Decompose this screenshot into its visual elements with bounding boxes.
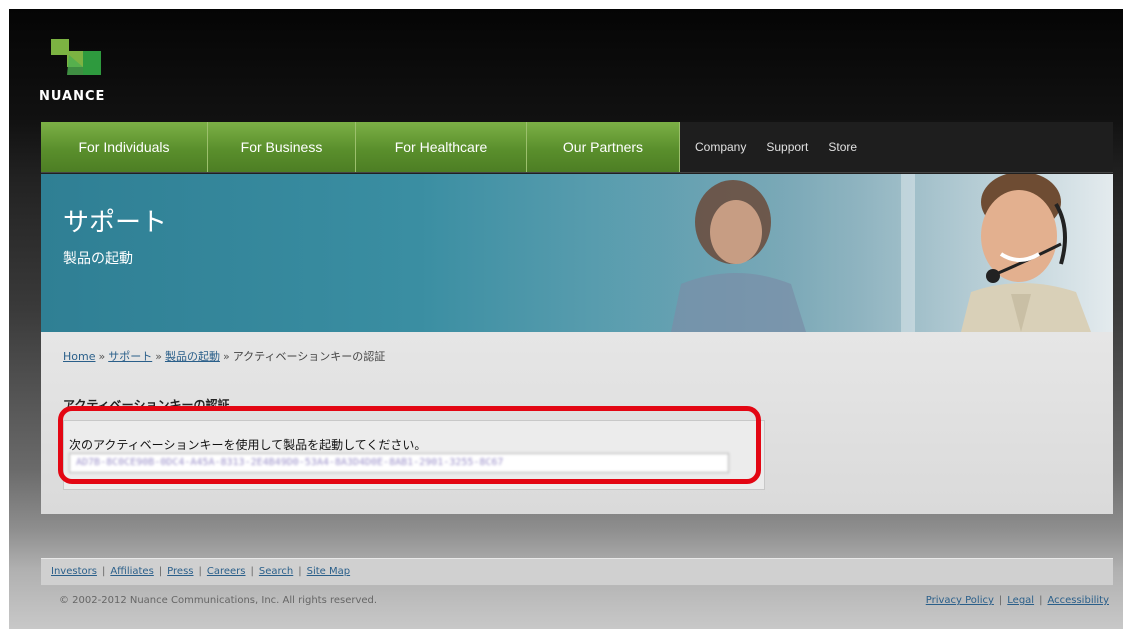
footer-link-search[interactable]: Search xyxy=(259,566,293,577)
hero-subtitle: 製品の起動 xyxy=(63,251,133,267)
breadcrumb: Home» サポート» 製品の起動» アクティベーションキーの認証 xyxy=(63,348,385,364)
brand-name: NUANCE xyxy=(39,89,106,104)
footer-link-bar: Investors | Affiliates | Press | Careers | Searc… xyxy=(41,558,1113,586)
highlight-annotation xyxy=(58,406,761,484)
footer-links: Investors | Affiliates | Press | Careers | Searc… xyxy=(51,566,350,577)
breadcrumb-home[interactable]: Home xyxy=(63,350,95,363)
footer-link-site-map[interactable]: Site Map xyxy=(307,566,350,577)
footer-link-investors[interactable]: Investors xyxy=(51,566,97,577)
footer-link-accessibility[interactable]: Accessibility xyxy=(1047,595,1109,606)
footer-separator: | xyxy=(298,566,302,577)
tab-for-individuals[interactable]: For Individuals xyxy=(41,122,208,172)
breadcrumb-separator: » xyxy=(155,350,162,363)
breadcrumb-separator: » xyxy=(222,350,230,363)
nuance-logo[interactable]: NUANCE xyxy=(39,31,149,111)
footer-link-legal[interactable]: Legal xyxy=(1007,595,1034,606)
footer-link-privacy-policy[interactable]: Privacy Policy xyxy=(926,595,994,606)
footer-separator: | xyxy=(998,595,1003,606)
tab-our-partners[interactable]: Our Partners xyxy=(527,122,680,172)
tab-for-business[interactable]: For Business xyxy=(208,122,356,172)
primary-nav: For Individuals For Business For Healthc… xyxy=(41,122,680,172)
hero-title: サポート xyxy=(63,208,168,238)
breadcrumb-separator: » xyxy=(98,350,106,363)
breadcrumb-activation[interactable]: 製品の起動 xyxy=(165,350,220,363)
breadcrumb-current: アクティベーションキーの認証 xyxy=(232,350,386,363)
footer-separator: | xyxy=(158,566,163,577)
nav-link-company[interactable]: Company xyxy=(695,140,746,154)
footer-link-affiliates[interactable]: Affiliates xyxy=(110,566,153,577)
footer-link-press[interactable]: Press xyxy=(167,566,193,577)
secondary-nav: Company Support Store xyxy=(695,122,877,172)
legal-links: Privacy Policy | Legal | Accessibility xyxy=(926,595,1109,606)
copyright-notice: © 2002-2012 Nuance Communications, Inc. … xyxy=(59,595,378,606)
nav-link-support[interactable]: Support xyxy=(766,140,808,154)
footer-separator: | xyxy=(198,566,202,577)
nuance-logo-icon xyxy=(51,39,101,75)
hero-banner: サポート 製品の起動 xyxy=(41,174,1113,332)
tab-for-healthcare[interactable]: For Healthcare xyxy=(356,122,527,172)
footer-separator: | xyxy=(101,566,106,577)
main-navigation: For Individuals For Business For Healthc… xyxy=(41,122,1113,173)
nav-link-store[interactable]: Store xyxy=(828,140,857,154)
page: NUANCE For Individuals For Business For … xyxy=(9,9,1123,629)
breadcrumb-support[interactable]: サポート xyxy=(108,350,152,363)
support-agents-photo xyxy=(601,174,1113,332)
footer-link-careers[interactable]: Careers xyxy=(207,566,246,577)
footer-separator: | xyxy=(1039,595,1043,606)
footer-separator: | xyxy=(250,566,254,577)
